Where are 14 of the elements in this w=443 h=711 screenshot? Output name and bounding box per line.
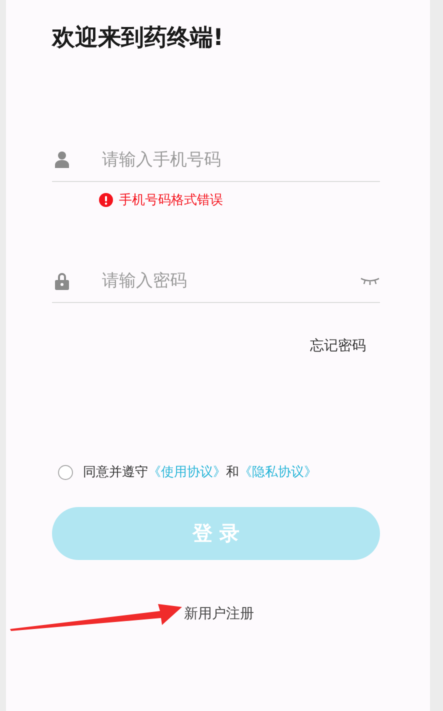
forgot-password-link[interactable]: 忘记密码 (310, 337, 366, 355)
welcome-title: 欢迎来到药终端! (52, 24, 224, 53)
agreement-text: 同意并遵守《使用协议》和《隐私协议》 (83, 464, 317, 481)
privacy-link[interactable]: 《隐私协议》 (239, 465, 317, 480)
phone-field[interactable]: 请输入手机号码 (100, 148, 380, 170)
password-field[interactable]: 请输入密码 (100, 270, 360, 292)
agreement-radio[interactable] (58, 464, 73, 480)
error-icon (99, 193, 113, 207)
register-link[interactable]: 新用户注册 (184, 605, 254, 623)
error-message: 手机号码格式错误 (119, 192, 223, 209)
person-icon (55, 151, 69, 168)
lock-icon (55, 272, 69, 290)
closed-eye-icon[interactable] (360, 276, 380, 284)
terms-link[interactable]: 《使用协议》 (148, 465, 226, 480)
